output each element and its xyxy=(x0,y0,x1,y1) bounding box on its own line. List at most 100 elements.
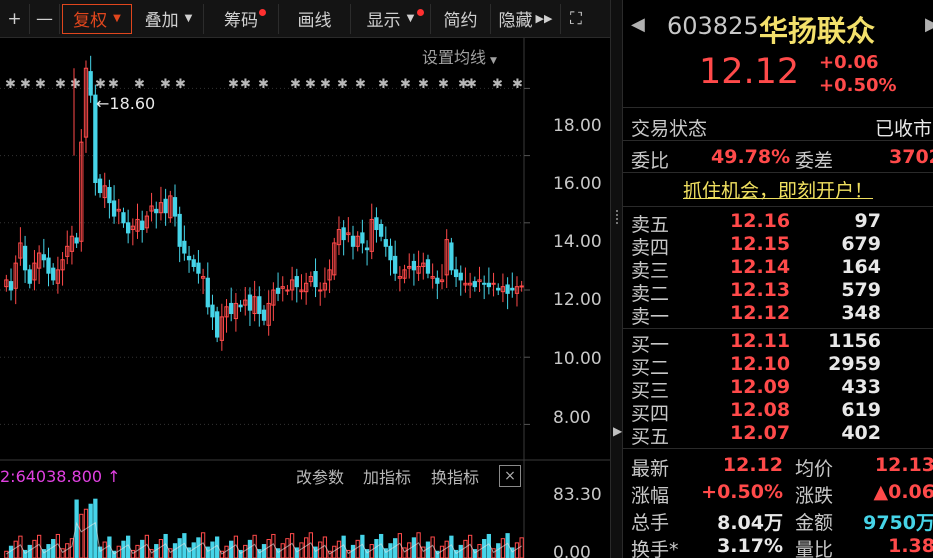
signal-marker-icon: ✱ xyxy=(290,77,301,92)
candle-body xyxy=(247,294,253,311)
bid-volume: 2959 xyxy=(828,353,881,375)
volume-bar xyxy=(411,537,417,558)
ask-volume: 679 xyxy=(841,233,881,255)
jianyue-label: 简约 xyxy=(443,11,478,31)
ma-setting-button[interactable]: 设置均线 ▼ xyxy=(422,44,497,68)
stat-value: 3.17% xyxy=(717,535,783,557)
volume-bar xyxy=(140,539,145,558)
stock-name: 华扬联众 xyxy=(759,14,876,48)
signal-marker-icon: ✱ xyxy=(5,77,16,92)
peak-price-label: ←18.60 xyxy=(96,94,156,113)
weibi-value: 49.78% xyxy=(711,146,791,168)
volume-bar xyxy=(196,537,201,558)
volume-bar xyxy=(425,541,431,558)
drag-grip-icon[interactable] xyxy=(616,210,618,226)
candle-body xyxy=(510,287,515,291)
panel-divider[interactable]: ▶ xyxy=(610,0,623,558)
chevron-down-icon: ▼ xyxy=(406,13,415,24)
volume-bar xyxy=(444,540,449,558)
candle-body xyxy=(210,304,215,318)
zoom-out-button[interactable]: — xyxy=(30,3,60,34)
candle-body xyxy=(182,240,187,254)
volume-bar xyxy=(88,503,93,558)
signal-marker-icon: ✱ xyxy=(418,77,429,92)
weicha-value: 3702 xyxy=(889,146,933,168)
candle-body xyxy=(126,222,131,234)
stat-label: 换手* xyxy=(631,539,679,558)
switch-indicator-button[interactable]: 换指标 xyxy=(431,464,479,488)
signal-marker-icon: ✱ xyxy=(305,77,316,92)
stat-value: ▲0.06 xyxy=(873,481,933,503)
volume-bar xyxy=(374,539,379,558)
volume-bar xyxy=(407,542,412,558)
ask-volume: 348 xyxy=(841,302,881,324)
zoom-in-button[interactable]: + xyxy=(0,3,30,34)
bid-price: 12.09 xyxy=(730,376,791,398)
candle-body xyxy=(196,262,201,274)
candle-body xyxy=(491,282,496,285)
ask-price: 12.13 xyxy=(730,279,791,301)
bid-price: 12.08 xyxy=(730,399,791,421)
jianyue-button[interactable]: 简约 xyxy=(431,3,491,34)
yincang-button[interactable]: 隐藏 ▶▶ xyxy=(491,3,561,34)
candle-body xyxy=(177,213,182,247)
volume-bar xyxy=(4,550,9,558)
plus-icon: + xyxy=(7,8,22,29)
ask-volume: 97 xyxy=(854,210,881,232)
fullscreen-button[interactable]: ⛶ xyxy=(561,4,591,34)
chevron-down-icon: ▼ xyxy=(113,13,121,24)
candle-body xyxy=(41,254,46,261)
chouma-label: 筹码 xyxy=(224,11,258,31)
chouma-button[interactable]: 筹码 xyxy=(204,3,279,34)
y-tick-label: 16.00 xyxy=(553,174,602,194)
signal-marker-icon: ✱ xyxy=(228,77,239,92)
candle-body xyxy=(154,208,159,214)
volume-header: 2:64038.800 ↑ 改参数 加指标 换指标 × xyxy=(0,463,524,489)
stock-header: ◀ 603825 华扬联众 ▶ 12.12 +0.06 +0.50% xyxy=(623,0,933,108)
notification-dot xyxy=(417,8,424,16)
last-price: 12.12 xyxy=(699,52,800,92)
volume-bar xyxy=(83,508,89,558)
close-icon[interactable]: × xyxy=(499,465,521,487)
candle-body xyxy=(163,198,168,214)
volume-bar xyxy=(388,543,393,558)
volume-bar xyxy=(463,539,468,558)
ask-price: 12.14 xyxy=(730,256,791,278)
signal-marker-icon: ✱ xyxy=(438,77,449,92)
double-chevron-right-icon: ▶▶ xyxy=(535,12,553,25)
candle-body xyxy=(318,289,323,292)
candle-body xyxy=(411,260,417,271)
next-stock-icon[interactable]: ▶ xyxy=(925,14,933,35)
candle-body xyxy=(74,237,79,244)
candle-body xyxy=(383,239,388,247)
fuquan-button[interactable]: 复权 ▼ xyxy=(62,3,132,34)
quote-panel: ◀ 603825 华扬联众 ▶ 12.12 +0.06 +0.50% 交易状态 … xyxy=(623,0,933,558)
ask-level-label: 卖一 xyxy=(631,306,670,328)
kline-chart[interactable]: ✱ ✱ ✱ ✱ ✱ ✱ ✱ ✱ ✱ ✱ ✱ ✱ ✱ ✱ ✱ ✱ ✱ ✱ ✱ ✱ ✱ ✱ ✱ ✱ ✱ ✱ 设置均线 ▼ ←18.60 … xyxy=(0,38,610,558)
candle-body xyxy=(453,269,459,278)
bid-price: 12.07 xyxy=(730,422,791,444)
add-indicator-button[interactable]: 加指标 xyxy=(363,464,411,488)
xianshi-button[interactable]: 显示 ▼ xyxy=(351,3,431,34)
collapse-arrow-icon[interactable]: ▶ xyxy=(613,424,622,438)
open-account-link[interactable]: 抓住机会，即刻开户！ xyxy=(683,176,873,203)
volume-bar xyxy=(482,539,487,558)
volume-bar xyxy=(477,544,482,558)
volume-y-tick-label: 0.00 xyxy=(553,543,591,558)
prev-stock-icon[interactable]: ◀ xyxy=(631,14,645,35)
candle-body xyxy=(111,200,117,217)
diejia-label: 叠加 xyxy=(144,11,179,31)
signal-marker-icon: ✱ xyxy=(35,77,46,92)
price-change-pct: +0.50% xyxy=(819,75,897,96)
stock-code: 603825 xyxy=(667,12,759,40)
change-params-button[interactable]: 改参数 xyxy=(296,464,344,488)
candle-body xyxy=(313,271,318,288)
signal-marker-icon: ✱ xyxy=(240,77,251,92)
candle-body xyxy=(393,255,398,274)
y-tick-label: 8.00 xyxy=(553,408,591,428)
huaxian-button[interactable]: 画线 xyxy=(279,3,351,34)
weibi-label: 委比 xyxy=(631,150,670,172)
diejia-button[interactable]: 叠加 ▼ xyxy=(134,3,204,34)
y-tick-label: 12.00 xyxy=(553,290,602,310)
ma-setting-label: 设置均线 xyxy=(422,48,487,67)
